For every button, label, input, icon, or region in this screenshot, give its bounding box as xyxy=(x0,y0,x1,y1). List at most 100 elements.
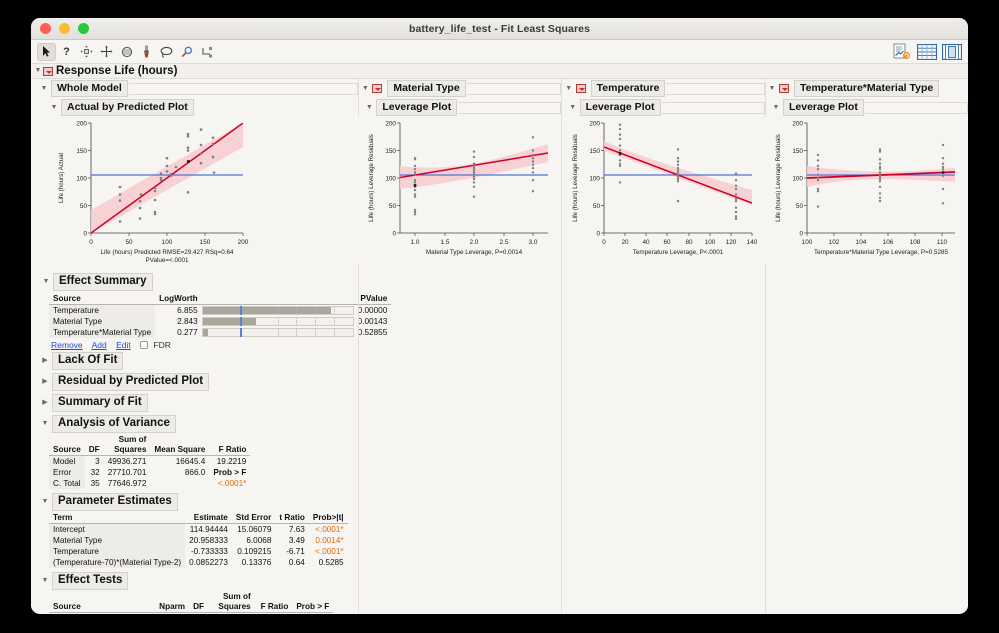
column-table-icon[interactable] xyxy=(942,43,962,61)
svg-text:150: 150 xyxy=(200,239,211,246)
disclosure-triangle-icon[interactable]: ▼ xyxy=(49,103,59,113)
effect-menu-icon[interactable] xyxy=(372,84,383,93)
disclosure-triangle-icon[interactable]: ▼ xyxy=(41,277,51,287)
svg-text:20: 20 xyxy=(621,239,629,246)
disclosure-triangle-icon[interactable]: ▼ xyxy=(767,84,777,94)
table-row[interactable]: C. Total 35 77646.972 <.0001* xyxy=(49,478,250,489)
effect-summary-header[interactable]: ▼ Effect Summary xyxy=(41,272,358,292)
disclosure-triangle-icon[interactable]: ▼ xyxy=(40,576,50,586)
magnifier-tool-icon[interactable] xyxy=(177,43,196,61)
anova-table[interactable]: Sum of Source DF Squares Mean Square F R… xyxy=(49,435,251,489)
es-bar-cell xyxy=(201,305,354,317)
effect-tests-table[interactable]: Sum of Source Nparm DF Squares F Ratio P… xyxy=(49,592,334,613)
effect-summary-section: ▼ Effect Summary Source LogWorth PValue xyxy=(31,272,392,350)
effect-summary-table[interactable]: Source LogWorth PValue Temperature 6.855 xyxy=(49,294,392,338)
table-row[interactable]: Error 32 27710.701 866.0 Prob > F xyxy=(49,467,250,478)
residual-by-predicted-header[interactable]: ▶ Residual by Predicted Plot xyxy=(40,372,358,392)
svg-text:200: 200 xyxy=(386,121,397,128)
disclosure-triangle-icon[interactable]: ▼ xyxy=(39,84,49,94)
svg-text:PValue=<.0001: PValue=<.0001 xyxy=(146,257,189,264)
report-export-icon[interactable] xyxy=(892,43,912,61)
svg-text:2.0: 2.0 xyxy=(470,239,479,246)
table-row[interactable]: (Temperature-70)*(Material Type-2) 0.085… xyxy=(49,557,348,568)
es-logworth: 0.277 xyxy=(177,328,198,337)
svg-text:200: 200 xyxy=(792,121,803,128)
actual-by-predicted-plot[interactable]: 200 150 100 50 0 0 50 100 150 200 Life (… xyxy=(31,117,358,270)
table-row[interactable]: Material Type 2.843 0.00143 xyxy=(49,316,391,327)
table-row[interactable]: Material Type 20.958333 6.0068 3.49 0.00… xyxy=(49,535,348,546)
es-bar-cell xyxy=(201,327,354,338)
disclosure-triangle-icon[interactable]: ▼ xyxy=(360,84,370,94)
add-link[interactable]: Add xyxy=(92,340,107,350)
table-row[interactable]: Temperature 6.855 0.00000 xyxy=(49,304,391,317)
effect-tests-table-wrap: Sum of Source Nparm DF Squares F Ratio P… xyxy=(31,592,358,613)
disclosure-triangle-icon[interactable]: ▼ xyxy=(40,497,50,507)
material-type-header[interactable]: ▼ Material Type xyxy=(358,79,562,98)
scroller-tool-icon[interactable] xyxy=(117,43,136,61)
summary-of-fit-header[interactable]: ▶ Summary of Fit xyxy=(40,393,358,413)
disclosure-triangle-collapsed-icon[interactable]: ▶ xyxy=(40,356,50,366)
col-estimate: Estimate xyxy=(185,513,232,524)
parameter-estimates-table[interactable]: Term Estimate Std Error t Ratio Prob>|t|… xyxy=(49,513,348,568)
svg-text:0: 0 xyxy=(393,231,397,238)
disclosure-triangle-icon[interactable]: ▼ xyxy=(364,103,374,113)
effect-menu-icon[interactable] xyxy=(778,84,789,93)
grid-table-icon[interactable] xyxy=(917,43,937,61)
lack-of-fit-header[interactable]: ▶ Lack Of Fit xyxy=(40,351,358,371)
header-rule xyxy=(661,101,765,114)
interaction-header[interactable]: ▼ Temperature*Material Type xyxy=(765,79,968,98)
temperature-leverage-header[interactable]: ▼ Leverage Plot xyxy=(562,98,765,117)
table-row[interactable]: Temperature*Material Type 0.277 0.52855 xyxy=(49,327,391,338)
help-tool-icon[interactable]: ? xyxy=(57,43,76,61)
crosshair-tool-icon[interactable] xyxy=(97,43,116,61)
table-row[interactable]: Intercept 114.94444 15.06079 7.63 <.0001… xyxy=(49,523,348,535)
svg-text:140: 140 xyxy=(746,239,757,246)
disclosure-triangle-icon[interactable]: ▼ xyxy=(564,84,574,94)
material-type-leverage-header[interactable]: ▼ Leverage Plot xyxy=(358,98,562,117)
pe-t-ratio: 0.64 xyxy=(288,558,305,567)
disclosure-triangle-icon[interactable]: ▼ xyxy=(33,66,43,76)
col-nparm: Nparm xyxy=(155,602,190,613)
parameter-estimates-header[interactable]: ▼ Parameter Estimates xyxy=(40,492,358,512)
anova-ss: 77646.972 xyxy=(107,479,147,488)
table-row[interactable]: Model 3 49936.271 16645.4 19.2219 xyxy=(49,455,250,467)
table-row[interactable]: Material Type 1 1 10542.042 12.1738 0.00… xyxy=(49,612,333,613)
disclosure-triangle-icon[interactable]: ▼ xyxy=(568,103,578,113)
disclosure-triangle-collapsed-icon[interactable]: ▶ xyxy=(40,398,50,408)
table-row[interactable]: Temperature -0.733333 0.109215 -6.71 <.0… xyxy=(49,546,348,557)
response-header[interactable]: ▼ Response Life (hours) xyxy=(31,64,968,79)
grabber-tool-icon[interactable] xyxy=(77,43,96,61)
col-df: DF xyxy=(189,602,209,613)
effect-tests-header[interactable]: ▼ Effect Tests xyxy=(40,571,358,591)
remove-link[interactable]: Remove xyxy=(51,340,83,350)
anova-df: 3 xyxy=(95,457,100,466)
anova-source: Error xyxy=(49,467,85,478)
actual-by-predicted-header[interactable]: ▼ Actual by Predicted Plot xyxy=(31,98,358,117)
title-bar: battery_life_test - Fit Least Squares xyxy=(31,18,968,40)
svg-text:Temperature Leverage, P<.0001: Temperature Leverage, P<.0001 xyxy=(632,249,723,256)
anova-sum-of-label: Sum of xyxy=(118,435,147,444)
pe-std-error: 0.109215 xyxy=(237,547,272,556)
annotate-tool-icon[interactable] xyxy=(197,43,216,61)
temperature-header[interactable]: ▼ Temperature xyxy=(562,79,765,98)
interaction-leverage-plot[interactable]: 200 150 100 50 0 100 102 104 106 108 110… xyxy=(764,117,968,264)
edit-link[interactable]: Edit xyxy=(116,340,131,350)
disclosure-triangle-icon[interactable]: ▼ xyxy=(40,419,50,429)
brush-tool-icon[interactable] xyxy=(137,43,156,61)
lasso-tool-icon[interactable] xyxy=(157,43,176,61)
effect-menu-icon[interactable] xyxy=(575,84,586,93)
interaction-leverage-header[interactable]: ▼ Leverage Plot xyxy=(765,98,968,117)
anova-header[interactable]: ▼ Analysis of Variance xyxy=(40,414,358,434)
anova-df: 32 xyxy=(90,468,100,477)
header-rule xyxy=(458,101,562,114)
temperature-leverage-plot[interactable]: 200 150 100 50 0 0 20 40 60 80 100 120 1… xyxy=(561,117,765,264)
material-type-leverage-plot[interactable]: 200 150 100 50 0 1.0 1.5 2.0 2.5 3.0 Lif… xyxy=(358,117,562,264)
disclosure-triangle-collapsed-icon[interactable]: ▶ xyxy=(40,377,50,387)
disclosure-triangle-icon[interactable]: ▼ xyxy=(771,103,781,113)
pe-prob: 0.5285 xyxy=(318,558,344,567)
arrow-tool-icon[interactable] xyxy=(37,42,56,61)
response-menu-icon[interactable] xyxy=(43,66,53,76)
fdr-checkbox[interactable] xyxy=(140,341,149,349)
whole-model-header[interactable]: ▼ Whole Model xyxy=(31,79,358,98)
es-threshold-line xyxy=(240,328,242,337)
